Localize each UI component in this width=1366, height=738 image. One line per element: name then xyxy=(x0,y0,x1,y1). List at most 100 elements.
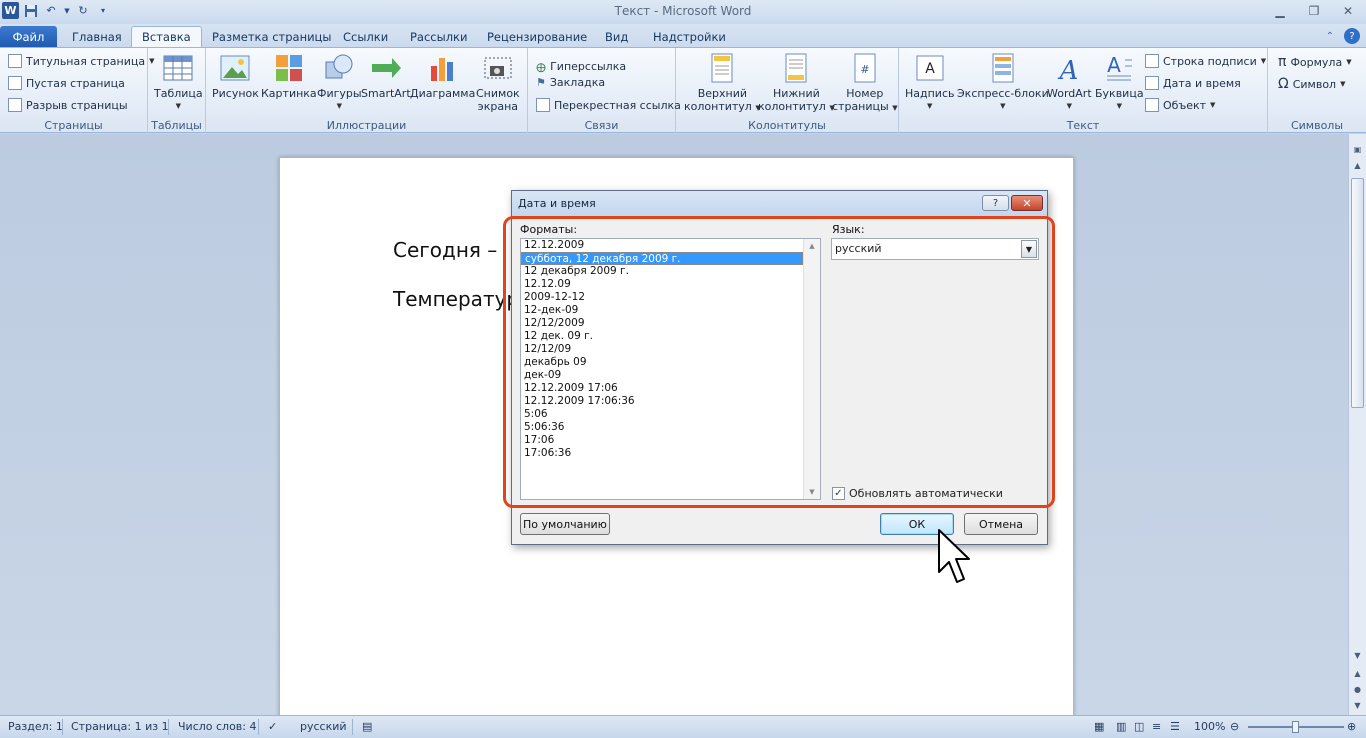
format-list-item[interactable]: 12.12.2009 17:06:36 xyxy=(521,395,820,408)
list-scroll-down-icon[interactable]: ▼ xyxy=(804,488,820,496)
chart-button[interactable]: Диаграмма xyxy=(410,52,475,100)
format-list-item[interactable]: 12.12.2009 17:06 xyxy=(521,382,820,395)
crossref-button[interactable]: Перекрестная ссылка xyxy=(536,98,681,112)
format-list-item[interactable]: 12 декабря 2009 г. xyxy=(521,265,820,278)
print-layout-view-icon[interactable]: ▦ xyxy=(1094,720,1104,733)
group-illustrations: Рисунок Картинка Фигуры ▼ SmartArt Диагр… xyxy=(206,48,528,133)
checkbox-check-icon[interactable]: ✓ xyxy=(832,487,845,500)
document-line-2: Температур xyxy=(393,287,520,311)
previous-page-icon[interactable]: ▲ xyxy=(1349,666,1366,680)
format-list-item[interactable]: 12.12.2009 xyxy=(521,239,820,252)
format-list-item[interactable]: 12/12/2009 xyxy=(521,317,820,330)
page-number-button[interactable]: # Номер страницы ▼ xyxy=(832,52,898,115)
picture-button[interactable]: Рисунок xyxy=(212,52,259,100)
minimize-ribbon-icon[interactable]: ⌃ xyxy=(1322,28,1338,44)
next-page-icon[interactable]: ▼ xyxy=(1349,698,1366,712)
group-text: A Надпись ▼ Экспресс-блоки ▼ A WordArt ▼… xyxy=(899,48,1268,133)
signature-line-button[interactable]: Строка подписи ▼ xyxy=(1145,54,1266,68)
cover-page-button[interactable]: Титульная страница ▼ xyxy=(8,54,154,68)
table-button[interactable]: Таблица ▼ xyxy=(154,52,203,113)
draft-view-icon[interactable]: ☰ xyxy=(1170,720,1180,733)
zoom-out-icon[interactable]: ⊖ xyxy=(1230,720,1239,733)
close-icon[interactable]: ✕ xyxy=(1338,2,1358,20)
blank-page-button[interactable]: Пустая страница xyxy=(8,76,125,90)
spelling-check-icon[interactable]: ✓ xyxy=(268,720,277,733)
quickparts-button[interactable]: Экспресс-блоки ▼ xyxy=(957,52,1049,113)
restore-icon[interactable]: ❐ xyxy=(1304,2,1324,20)
format-list-item[interactable]: 12-дек-09 xyxy=(521,304,820,317)
dialog-close-icon[interactable]: ✕ xyxy=(1011,195,1043,211)
tab-review[interactable]: Рецензирование xyxy=(477,26,597,47)
scroll-thumb[interactable] xyxy=(1351,178,1364,408)
format-list-item[interactable]: 17:06 xyxy=(521,434,820,447)
auto-update-checkbox[interactable]: ✓ Обновлять автоматически xyxy=(832,487,1003,500)
dropcap-button[interactable]: A Буквица ▼ xyxy=(1095,52,1144,113)
smartart-button[interactable]: SmartArt xyxy=(361,52,411,100)
tab-home[interactable]: Главная xyxy=(62,26,132,47)
scroll-up-icon[interactable]: ▲ xyxy=(1349,158,1366,172)
reading-view-icon[interactable]: ▥ xyxy=(1116,720,1126,733)
tab-insert[interactable]: Вставка xyxy=(131,26,202,47)
tab-references[interactable]: Ссылки xyxy=(333,26,398,47)
dialog-help-icon[interactable]: ? xyxy=(982,195,1009,211)
page-number-icon: # xyxy=(854,53,876,83)
language-select[interactable]: русский ▼ xyxy=(831,238,1039,260)
header-button[interactable]: Верхний колонтитул ▼ xyxy=(684,52,761,115)
object-button[interactable]: Объект ▼ xyxy=(1145,98,1215,112)
vertical-scrollbar[interactable]: ▣ ▲ ▼ ▲ ● ▼ xyxy=(1348,134,1366,715)
chevron-down-icon[interactable]: ▼ xyxy=(1021,240,1037,258)
screenshot-button[interactable]: Снимок экрана xyxy=(476,52,520,113)
format-list-item[interactable]: 12/12/09 xyxy=(521,343,820,356)
clipart-button[interactable]: Картинка xyxy=(261,52,317,100)
ruler-toggle-icon[interactable]: ▣ xyxy=(1349,142,1366,156)
page-break-button[interactable]: Разрыв страницы xyxy=(8,98,128,112)
list-scroll-up-icon[interactable]: ▲ xyxy=(804,242,820,250)
status-language[interactable]: русский xyxy=(300,720,347,733)
zoom-in-icon[interactable]: ⊕ xyxy=(1347,720,1356,733)
tab-addins[interactable]: Надстройки xyxy=(643,26,736,47)
blank-page-label: Пустая страница xyxy=(26,76,125,90)
formats-scrollbar[interactable]: ▲ ▼ xyxy=(803,239,820,499)
status-word-count[interactable]: Число слов: 4 xyxy=(178,720,257,733)
browse-object-icon[interactable]: ● xyxy=(1349,682,1366,696)
macro-record-icon[interactable]: ▤ xyxy=(362,720,372,733)
footer-button[interactable]: Нижний колонтитул ▼ xyxy=(758,52,835,115)
page-number-label-line1: Номер xyxy=(846,87,884,100)
status-section[interactable]: Раздел: 1 xyxy=(8,720,63,733)
symbol-button[interactable]: Ω Символ ▼ xyxy=(1278,76,1345,92)
format-list-item[interactable]: 5:06 xyxy=(521,408,820,421)
tab-view[interactable]: Вид xyxy=(595,26,638,47)
wordart-button[interactable]: A WordArt ▼ xyxy=(1047,52,1092,113)
format-list-item[interactable]: 12 дек. 09 г. xyxy=(521,330,820,343)
outline-view-icon[interactable]: ≡ xyxy=(1152,720,1161,733)
format-list-item[interactable]: суббота, 12 декабря 2009 г. xyxy=(521,252,803,265)
bookmark-button[interactable]: ⚑ Закладка xyxy=(536,76,605,89)
format-list-item[interactable]: 5:06:36 xyxy=(521,421,820,434)
status-page[interactable]: Страница: 1 из 1 xyxy=(71,720,169,733)
format-list-item[interactable]: 17:06:36 xyxy=(521,447,820,460)
textbox-button[interactable]: A Надпись ▼ xyxy=(905,52,955,113)
tab-page-layout[interactable]: Разметка страницы xyxy=(202,26,341,47)
cancel-button[interactable]: Отмена xyxy=(964,513,1038,535)
footer-label-line2: колонтитул ▼ xyxy=(758,100,835,113)
equation-button[interactable]: π Формула ▼ xyxy=(1278,54,1352,70)
format-list-item[interactable]: 12.12.09 xyxy=(521,278,820,291)
tab-file[interactable]: Файл xyxy=(0,26,57,47)
formats-listbox[interactable]: 12.12.2009 суббота, 12 декабря 2009 г. 12 … xyxy=(520,238,821,500)
datetime-button[interactable]: Дата и время xyxy=(1145,76,1241,90)
default-button[interactable]: По умолчанию xyxy=(520,513,610,535)
header-label-line2: колонтитул ▼ xyxy=(684,100,761,113)
format-list-item[interactable]: 2009-12-12 xyxy=(521,291,820,304)
shapes-button[interactable]: Фигуры ▼ xyxy=(317,52,362,113)
web-view-icon[interactable]: ◫ xyxy=(1134,720,1144,733)
zoom-level[interactable]: 100% xyxy=(1194,720,1225,733)
scroll-down-icon[interactable]: ▼ xyxy=(1349,648,1366,662)
zoom-slider-thumb[interactable] xyxy=(1292,721,1299,733)
help-icon[interactable]: ? xyxy=(1344,28,1360,44)
minimize-icon[interactable]: ▁ xyxy=(1270,2,1290,20)
cover-page-label: Титульная страница xyxy=(26,54,146,68)
format-list-item[interactable]: дек-09 xyxy=(521,369,820,382)
tab-mailings[interactable]: Рассылки xyxy=(400,26,477,47)
format-list-item[interactable]: декабрь 09 xyxy=(521,356,820,369)
textbox-icon: A xyxy=(916,55,944,81)
